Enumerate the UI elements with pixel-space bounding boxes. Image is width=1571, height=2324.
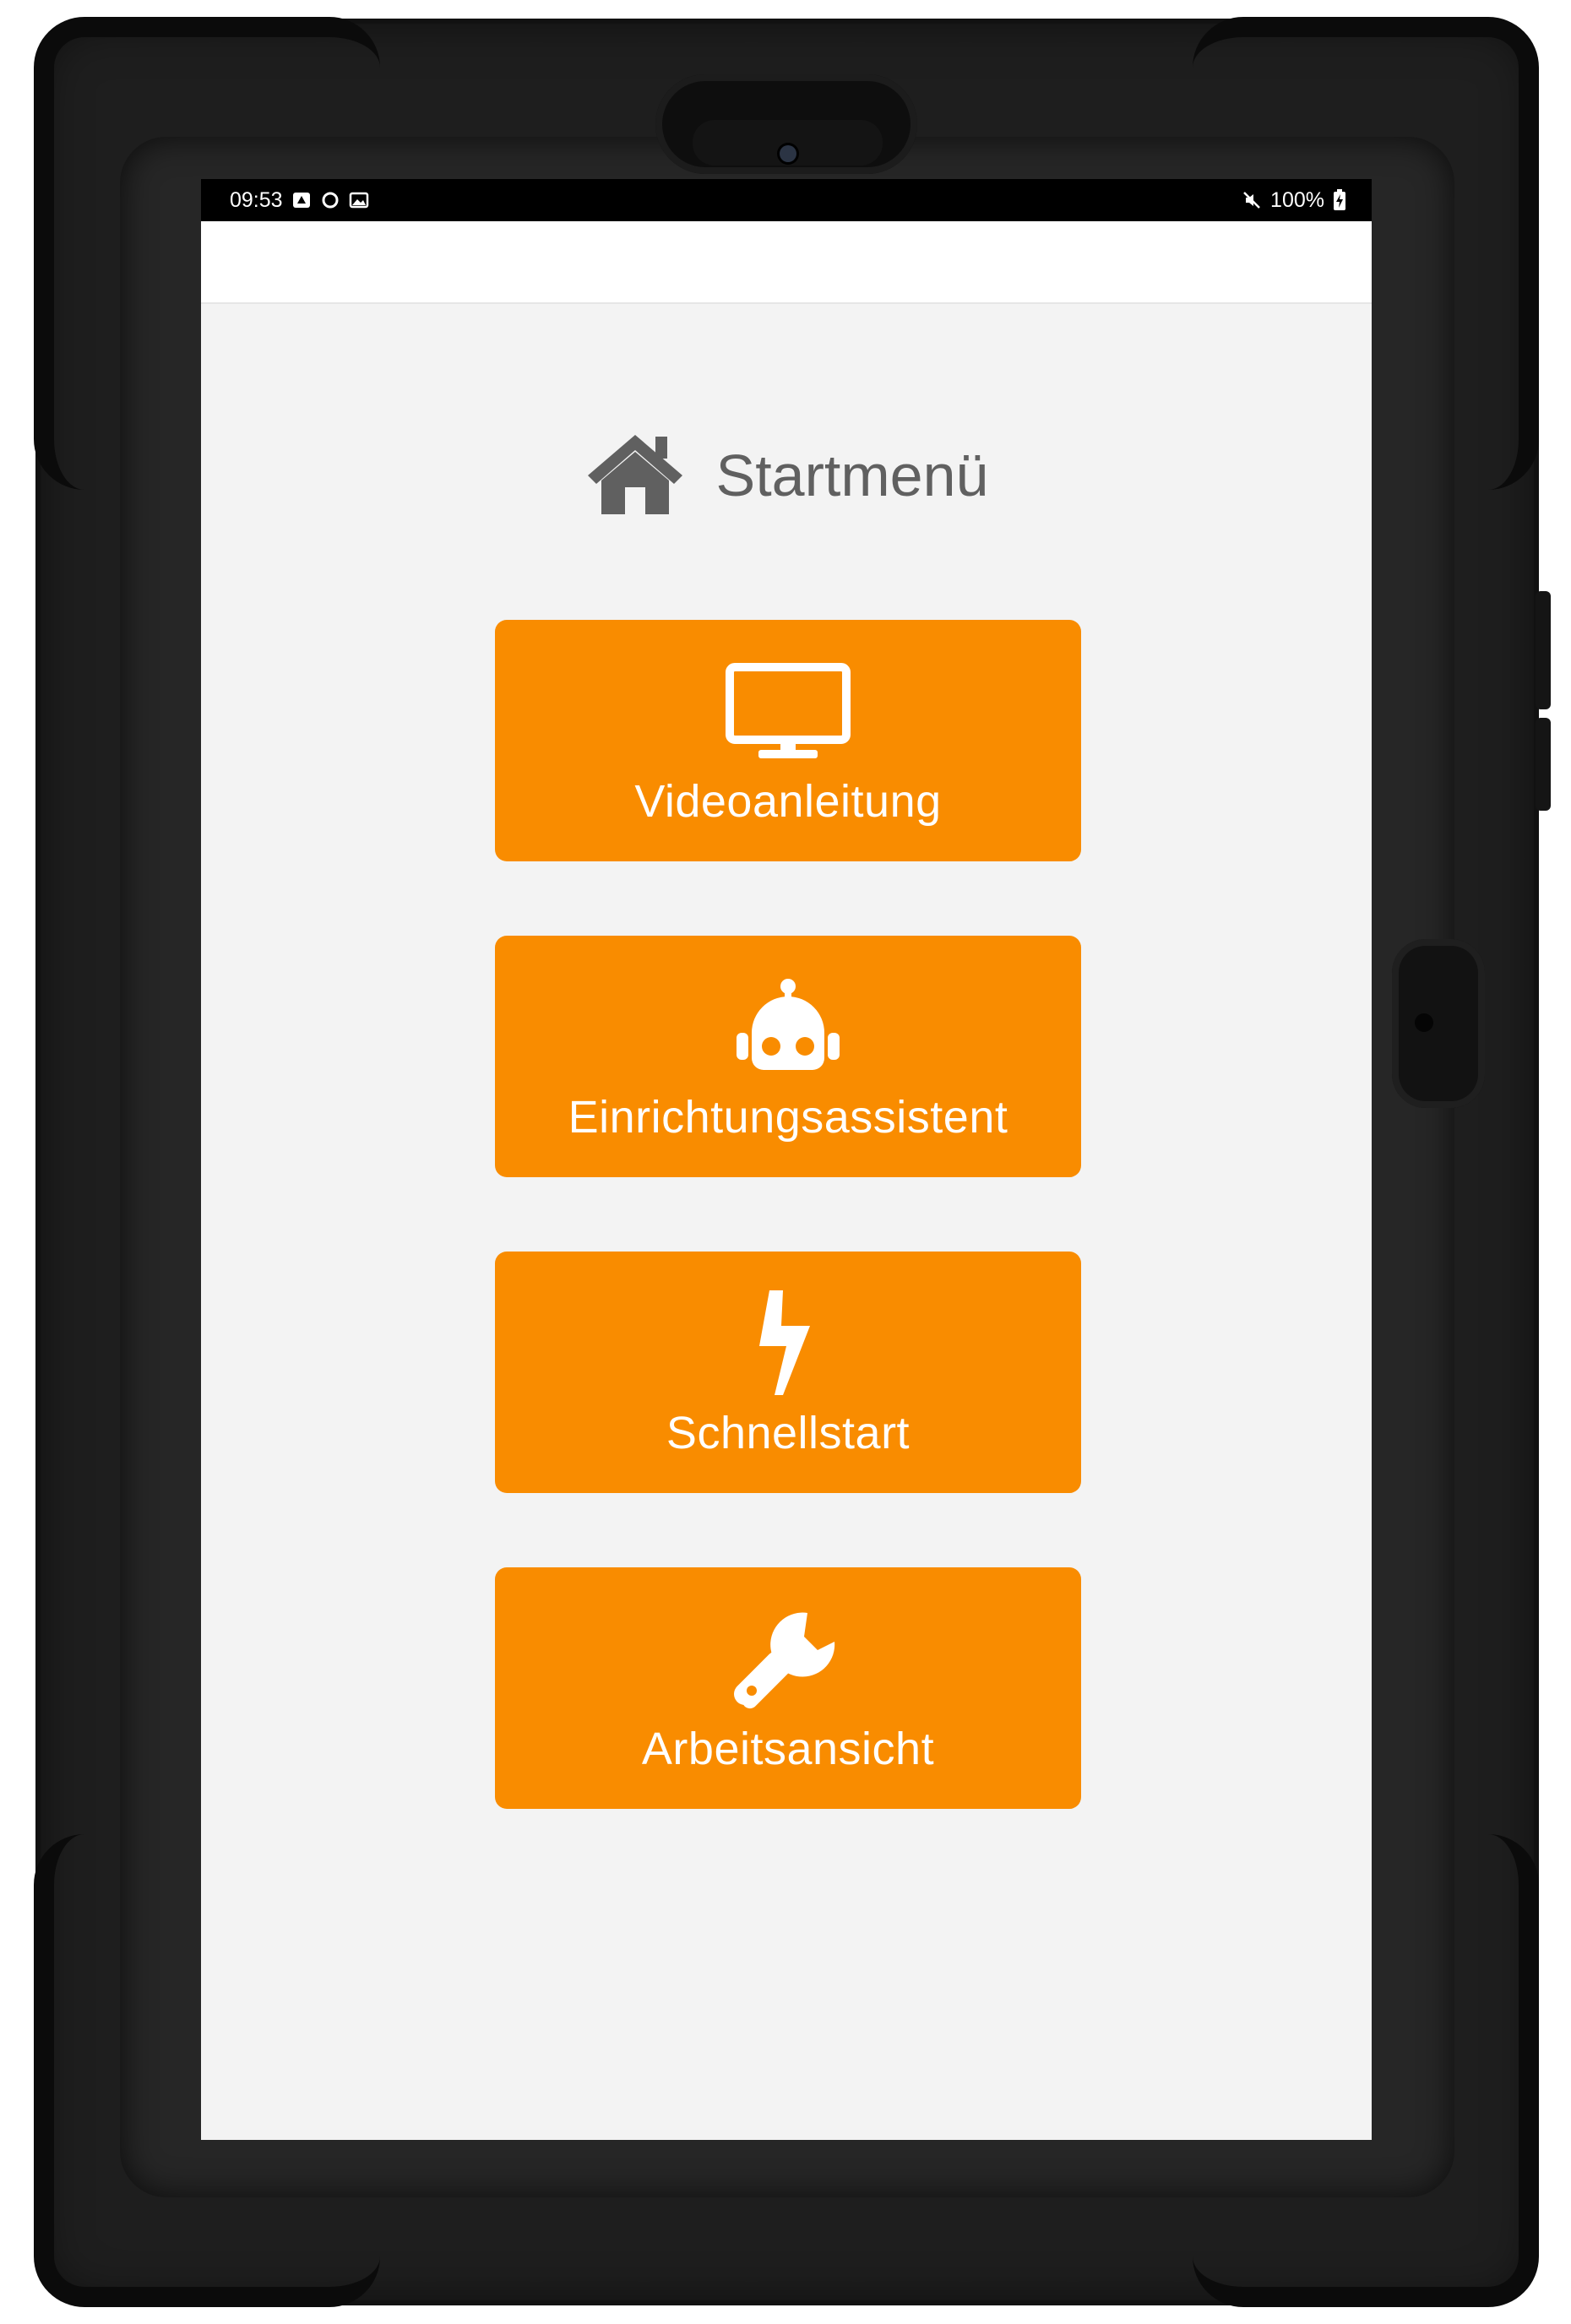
- status-bar-right: 100%: [1242, 179, 1346, 221]
- status-time: 09:53: [230, 188, 283, 212]
- battery-charging-icon: [1333, 179, 1346, 221]
- battery-percentage: 100%: [1270, 188, 1324, 212]
- power-key: [1536, 718, 1551, 811]
- main-menu: Videoanleitung Einrichtungsassistent Sch…: [495, 620, 1081, 1809]
- notification-icon: [291, 179, 312, 221]
- sync-icon: [320, 179, 340, 221]
- robot-icon: [733, 973, 843, 1083]
- mute-icon: [1242, 179, 1262, 221]
- tablet-photo: 09:53 100% Startmenü Videoanleitung Einr…: [0, 0, 1571, 2324]
- volume-key: [1536, 591, 1551, 709]
- video-tutorial-button[interactable]: Videoanleitung: [495, 620, 1081, 861]
- quick-start-button[interactable]: Schnellstart: [495, 1252, 1081, 1493]
- page-header: Startmenü: [201, 429, 1372, 522]
- work-view-label: Arbeitsansicht: [641, 1724, 935, 1774]
- camera-lens: [780, 145, 796, 162]
- home-icon: [584, 432, 686, 520]
- setup-assistant-label: Einrichtungsassistent: [568, 1092, 1008, 1143]
- setup-assistant-button[interactable]: Einrichtungsassistent: [495, 936, 1081, 1177]
- page-title: Startmenü: [715, 443, 989, 508]
- app-bar: [201, 221, 1372, 304]
- side-button-cover: [1392, 939, 1485, 1108]
- work-view-button[interactable]: Arbeitsansicht: [495, 1567, 1081, 1809]
- device-screen: 09:53 100% Startmenü Videoanleitung Einr…: [201, 179, 1372, 2140]
- status-bar-left: 09:53: [230, 179, 369, 221]
- status-bar: 09:53 100%: [201, 179, 1372, 221]
- video-tutorial-label: Videoanleitung: [634, 776, 942, 827]
- wrench-icon: [733, 1605, 843, 1714]
- side-button-dot: [1415, 1013, 1433, 1032]
- quick-start-label: Schnellstart: [666, 1408, 911, 1458]
- lightning-icon: [754, 1289, 822, 1398]
- monitor-icon: [725, 657, 851, 767]
- image-icon: [349, 179, 369, 221]
